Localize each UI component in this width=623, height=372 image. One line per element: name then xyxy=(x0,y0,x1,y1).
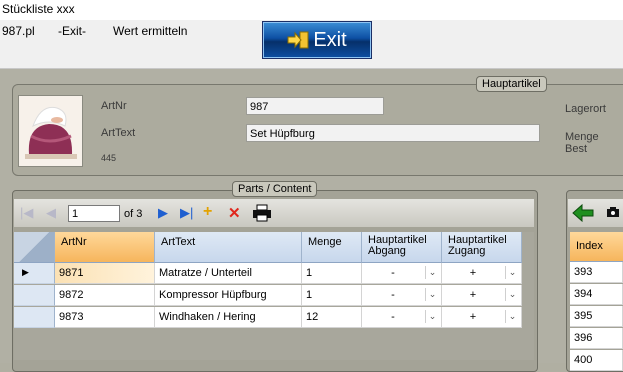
column-header-abgang[interactable]: Hauptartikel Abgang xyxy=(362,232,442,263)
chevron-down-icon[interactable]: ⌄ xyxy=(505,266,519,279)
cell-index[interactable]: 393 xyxy=(570,262,623,283)
arttext-label: ArtText xyxy=(101,127,136,139)
back-arrow-icon[interactable] xyxy=(572,204,594,222)
lagerort-label: Lagerort xyxy=(565,103,606,115)
cell-menge[interactable]: 1 xyxy=(302,285,362,306)
row-header[interactable] xyxy=(14,285,55,306)
cell-artnr[interactable]: 9871 xyxy=(55,263,155,284)
zugang-value: + xyxy=(469,311,477,323)
cell-index[interactable]: 396 xyxy=(570,328,623,349)
arttext-field[interactable]: Set Hüpfburg xyxy=(246,124,540,142)
column-header-menge[interactable]: Menge xyxy=(302,232,362,263)
chevron-down-icon[interactable]: ⌄ xyxy=(425,288,439,301)
cell-menge[interactable]: 12 xyxy=(302,307,362,328)
cell-index[interactable]: 400 xyxy=(570,350,623,371)
row-header[interactable] xyxy=(14,307,55,328)
next-record-icon[interactable]: ▶ xyxy=(158,205,168,221)
abgang-select[interactable]: - ⌄ xyxy=(362,263,442,284)
first-record-icon[interactable]: |◀ xyxy=(20,205,33,221)
zugang-value: + xyxy=(469,289,477,301)
current-row-icon: ▶ xyxy=(22,267,29,277)
chevron-down-icon[interactable]: ⌄ xyxy=(505,310,519,323)
menu-bar: 987.pl -Exit- Wert ermitteln Exit xyxy=(0,20,623,69)
exit-button-label: Exit xyxy=(313,28,347,51)
abgang-select[interactable]: - ⌄ xyxy=(362,307,442,328)
column-header-arttext[interactable]: ArtText xyxy=(155,232,302,263)
zugang-value: + xyxy=(469,267,477,279)
abgang-value: - xyxy=(391,311,395,323)
chevron-down-icon[interactable]: ⌄ xyxy=(505,288,519,301)
last-record-icon[interactable]: ▶| xyxy=(180,205,193,221)
parts-title: Parts / Content xyxy=(232,181,318,197)
cell-arttext[interactable]: Windhaken / Hering xyxy=(155,307,302,328)
cell-index[interactable]: 395 xyxy=(570,306,623,327)
abgang-value: - xyxy=(391,267,395,279)
cell-arttext[interactable]: Matratze / Unterteil xyxy=(155,263,302,284)
title-bar: Stückliste xxx xyxy=(0,0,623,20)
zugang-select[interactable]: + ⌄ xyxy=(442,307,522,328)
cell-arttext[interactable]: Kompressor Hüpfburg xyxy=(155,285,302,306)
cell-menge[interactable]: 1 xyxy=(302,263,362,284)
menu-item-exit[interactable]: -Exit- xyxy=(58,24,86,38)
chevron-down-icon[interactable]: ⌄ xyxy=(425,310,439,323)
menge-bestand-label: Menge Best xyxy=(565,131,599,155)
cell-artnr[interactable]: 9873 xyxy=(55,307,155,328)
product-image xyxy=(18,95,83,167)
cell-artnr[interactable]: 9872 xyxy=(55,285,155,306)
menu-item-file[interactable]: 987.pl xyxy=(2,24,35,38)
add-icon[interactable]: + xyxy=(203,203,212,221)
exit-button[interactable]: Exit xyxy=(262,21,372,59)
zugang-select[interactable]: + ⌄ xyxy=(442,285,522,306)
grid-corner[interactable] xyxy=(14,232,55,263)
window-title: Stückliste xxx xyxy=(2,2,75,16)
menu-item-wert-ermitteln[interactable]: Wert ermitteln xyxy=(113,24,187,38)
artnr-field[interactable]: 987 xyxy=(246,97,384,115)
cell-index[interactable]: 394 xyxy=(570,284,623,305)
column-header-zugang[interactable]: Hauptartikel Zugang xyxy=(442,232,522,263)
zugang-select[interactable]: + ⌄ xyxy=(442,263,522,284)
column-header-artnr[interactable]: ArtNr xyxy=(55,232,155,263)
exit-arrow-icon xyxy=(287,31,309,49)
abgang-select[interactable]: - ⌄ xyxy=(362,285,442,306)
delete-icon[interactable]: ✕ xyxy=(228,204,241,222)
print-icon[interactable] xyxy=(252,204,272,222)
page-of-label: of 3 xyxy=(124,208,143,220)
row-header-selected[interactable]: ▶ xyxy=(14,263,55,284)
image-number: 445 xyxy=(101,153,117,163)
abgang-value: - xyxy=(391,289,395,301)
camera-icon[interactable] xyxy=(606,206,620,218)
artnr-label: ArtNr xyxy=(101,100,127,112)
column-header-index[interactable]: Index xyxy=(570,232,623,262)
hauptartikel-title: Hauptartikel xyxy=(476,76,547,92)
chevron-down-icon[interactable]: ⌄ xyxy=(425,266,439,279)
page-input[interactable]: 1 xyxy=(68,205,120,222)
previous-record-icon[interactable]: ◀ xyxy=(46,205,56,221)
